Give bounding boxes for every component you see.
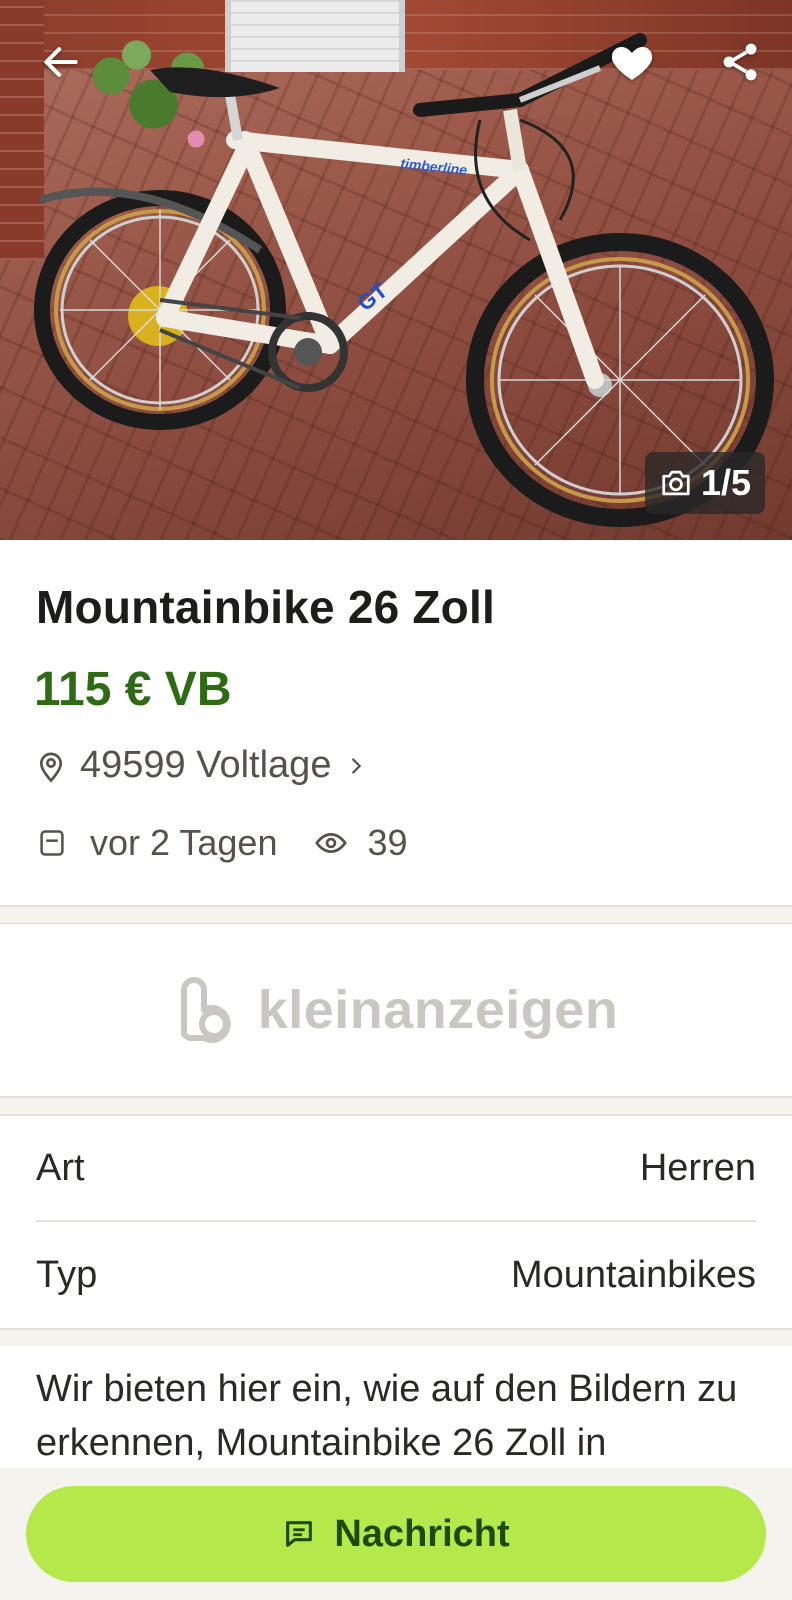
location-pin-icon: [39, 752, 63, 783]
listing-photo[interactable]: timberline GT 1/5: [0, 0, 792, 540]
attribute-value: Mountainbikes: [510, 1253, 756, 1296]
heart-icon: [611, 47, 653, 80]
listing-info: Mountainbike 26 Zoll 115 € VB 49599 Volt…: [0, 540, 792, 905]
favorite-button[interactable]: [604, 34, 660, 90]
attribute-value: Herren: [639, 1146, 756, 1189]
attribute-row: Typ Mountainbikes: [36, 1222, 756, 1328]
message-button[interactable]: Nachricht: [26, 1486, 766, 1582]
view-count: 39: [367, 822, 408, 863]
attributes-table: Art Herren Typ Mountainbikes: [0, 1116, 792, 1328]
attribute-label: Typ: [36, 1253, 98, 1296]
location-text: 49599 Voltlage: [80, 744, 332, 786]
posted-date: vor 2 Tagen: [90, 822, 278, 863]
attribute-row: Art Herren: [36, 1116, 756, 1222]
description-section: Wir bieten hier ein, wie auf den Bildern…: [0, 1346, 792, 1466]
section-divider: [0, 905, 792, 925]
bottom-action-bar: Nachricht: [0, 1468, 792, 1600]
message-button-label: Nachricht: [334, 1512, 510, 1555]
share-icon: [723, 43, 757, 81]
listing-meta: vor 2 Tagen 39: [38, 822, 408, 864]
share-button[interactable]: [712, 34, 768, 90]
location-link[interactable]: 49599 Voltlage: [36, 744, 367, 787]
chevron-right-icon: [352, 757, 362, 774]
eye-icon: [315, 833, 348, 853]
brand-name: kleinanzeigen: [257, 980, 619, 1040]
section-divider: [0, 1328, 792, 1348]
chat-icon: [286, 1521, 313, 1547]
attribute-label: Art: [36, 1146, 85, 1189]
listing-price: 115 € VB: [34, 663, 232, 716]
arrow-left-icon: [44, 47, 78, 77]
section-divider: [0, 1096, 792, 1116]
listing-title: Mountainbike 26 Zoll: [36, 581, 495, 633]
description-text: Wir bieten hier ein, wie auf den Bildern…: [36, 1368, 738, 1464]
brand-banner: kleinanzeigen: [0, 924, 792, 1096]
calendar-icon: [40, 830, 64, 856]
photo-counter[interactable]: 1/5: [645, 452, 765, 514]
photo-counter-text: 1/5: [700, 462, 752, 503]
kleinanzeigen-logo-icon: [180, 977, 231, 1043]
back-button[interactable]: [33, 34, 89, 90]
camera-icon: [662, 470, 690, 496]
